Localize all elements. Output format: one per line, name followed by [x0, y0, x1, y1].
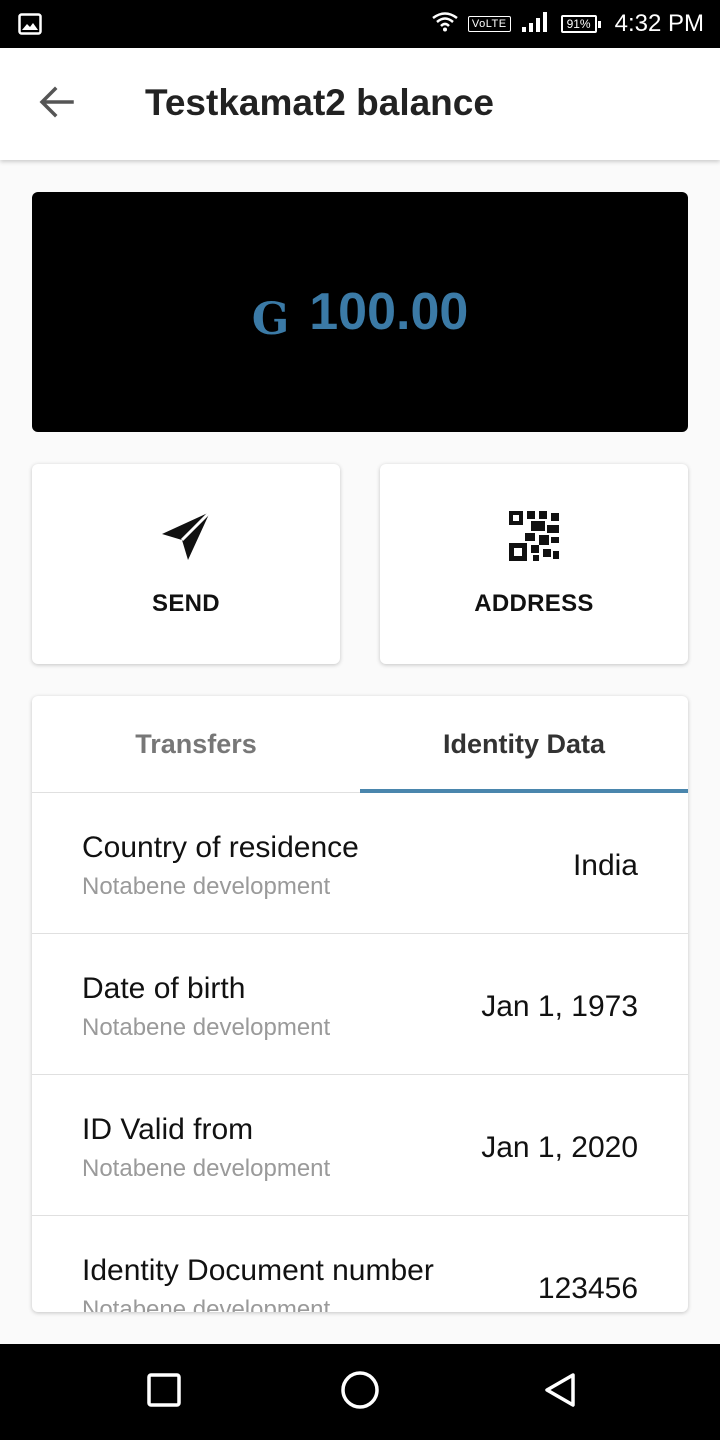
- row-value: Jan 1, 1973: [481, 990, 638, 1023]
- arrow-left-icon: [38, 85, 74, 124]
- status-bar: VoLTE 91% 4:32 PM: [0, 0, 720, 48]
- row-source: Notabene development: [82, 1296, 331, 1312]
- address-button[interactable]: ADDRESS: [380, 464, 688, 664]
- back-button[interactable]: [32, 80, 80, 128]
- clock: 4:32 PM: [614, 10, 704, 37]
- send-button[interactable]: SEND: [32, 464, 340, 664]
- row-value: Jan 1, 2020: [481, 1131, 638, 1164]
- volte-badge: VoLTE: [467, 16, 511, 32]
- app-bar: Testkamat2 balance: [0, 48, 720, 160]
- list-item: ID Valid from Notabene development Jan 1…: [32, 1075, 688, 1216]
- list-item: Date of birth Notabene development Jan 1…: [32, 934, 688, 1075]
- battery-indicator: 91%: [560, 15, 601, 33]
- circle-icon: [340, 1370, 380, 1415]
- triangle-back-icon: [543, 1372, 577, 1413]
- send-icon: [160, 510, 212, 562]
- square-icon: [147, 1372, 181, 1412]
- row-source: Notabene development: [82, 1155, 331, 1182]
- wifi-icon: [432, 11, 458, 37]
- list-item: Identity Document number Notabene develo…: [32, 1216, 688, 1312]
- system-nav-bar: [0, 1344, 720, 1440]
- currency-symbol: G: [251, 293, 290, 345]
- page-title: Testkamat2 balance: [145, 82, 494, 123]
- row-value: India: [572, 849, 638, 882]
- tab-transfers[interactable]: Transfers: [32, 696, 360, 792]
- address-label: ADDRESS: [474, 590, 594, 617]
- nav-back-button[interactable]: [536, 1368, 584, 1416]
- row-title: Identity Document number: [82, 1254, 434, 1287]
- qr-code-icon: [509, 510, 559, 562]
- tab-bar: Transfers Identity Data: [32, 696, 688, 793]
- signal-icon: [521, 11, 551, 38]
- recent-apps-button[interactable]: [140, 1368, 188, 1416]
- list-item: Country of residence Notabene developmen…: [32, 793, 688, 934]
- row-source: Notabene development: [82, 1014, 331, 1041]
- home-button[interactable]: [336, 1368, 384, 1416]
- row-title: Country of residence: [82, 831, 359, 864]
- balance-card: G 100.00: [32, 192, 688, 432]
- row-title: ID Valid from: [82, 1113, 254, 1146]
- balance-amount: 100.00: [309, 283, 469, 341]
- gallery-icon: [18, 13, 42, 40]
- send-label: SEND: [152, 590, 220, 617]
- row-value: 123456: [537, 1272, 638, 1305]
- row-title: Date of birth: [82, 972, 246, 1005]
- tab-identity-data[interactable]: Identity Data: [360, 696, 688, 793]
- identity-panel: Transfers Identity Data Country of resid…: [32, 696, 688, 1312]
- row-source: Notabene development: [82, 873, 331, 900]
